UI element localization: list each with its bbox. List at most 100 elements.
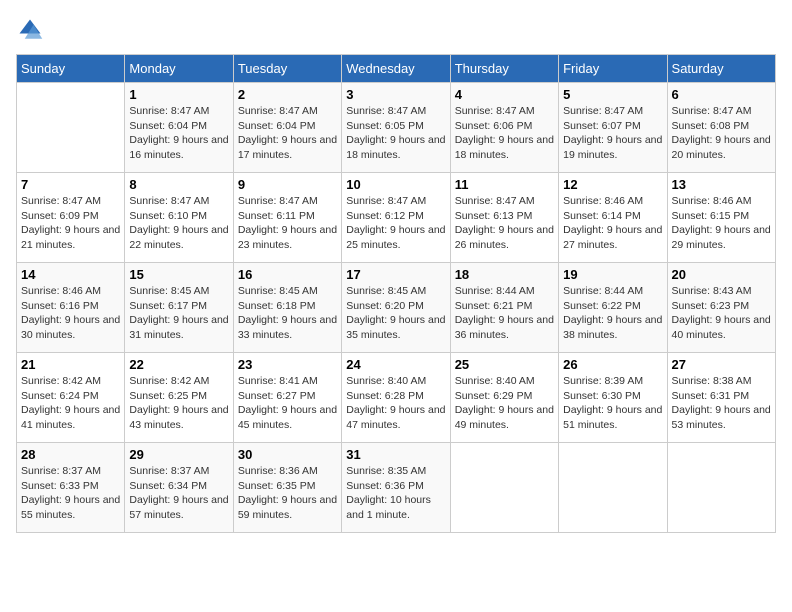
calendar-week-row: 14 Sunrise: 8:46 AM Sunset: 6:16 PM Dayli…: [17, 263, 776, 353]
cell-info: Sunrise: 8:46 AM Sunset: 6:14 PM Dayligh…: [563, 194, 662, 253]
calendar-cell: [450, 443, 558, 533]
calendar-cell: 12 Sunrise: 8:46 AM Sunset: 6:14 PM Dayli…: [559, 173, 667, 263]
cell-info: Sunrise: 8:45 AM Sunset: 6:20 PM Dayligh…: [346, 284, 445, 343]
day-number: 17: [346, 267, 445, 282]
cell-info: Sunrise: 8:47 AM Sunset: 6:04 PM Dayligh…: [129, 104, 228, 163]
calendar-cell: 28 Sunrise: 8:37 AM Sunset: 6:33 PM Dayli…: [17, 443, 125, 533]
cell-info: Sunrise: 8:43 AM Sunset: 6:23 PM Dayligh…: [672, 284, 771, 343]
day-number: 1: [129, 87, 228, 102]
calendar-week-row: 21 Sunrise: 8:42 AM Sunset: 6:24 PM Dayli…: [17, 353, 776, 443]
calendar-cell: 27 Sunrise: 8:38 AM Sunset: 6:31 PM Dayli…: [667, 353, 775, 443]
day-number: 11: [455, 177, 554, 192]
day-number: 25: [455, 357, 554, 372]
cell-info: Sunrise: 8:37 AM Sunset: 6:34 PM Dayligh…: [129, 464, 228, 523]
cell-info: Sunrise: 8:45 AM Sunset: 6:18 PM Dayligh…: [238, 284, 337, 343]
day-number: 20: [672, 267, 771, 282]
header-tuesday: Tuesday: [233, 55, 341, 83]
day-number: 4: [455, 87, 554, 102]
header-friday: Friday: [559, 55, 667, 83]
calendar-cell: 20 Sunrise: 8:43 AM Sunset: 6:23 PM Dayli…: [667, 263, 775, 353]
calendar-table: SundayMondayTuesdayWednesdayThursdayFrid…: [16, 54, 776, 533]
cell-info: Sunrise: 8:47 AM Sunset: 6:13 PM Dayligh…: [455, 194, 554, 253]
cell-info: Sunrise: 8:35 AM Sunset: 6:36 PM Dayligh…: [346, 464, 445, 523]
header-sunday: Sunday: [17, 55, 125, 83]
calendar-week-row: 1 Sunrise: 8:47 AM Sunset: 6:04 PM Daylig…: [17, 83, 776, 173]
header-monday: Monday: [125, 55, 233, 83]
day-number: 26: [563, 357, 662, 372]
calendar-cell: 13 Sunrise: 8:46 AM Sunset: 6:15 PM Dayli…: [667, 173, 775, 263]
day-number: 12: [563, 177, 662, 192]
calendar-cell: 2Sunrise: 8:47 AM Sunset: 6:04 PM Daylig…: [233, 83, 341, 173]
day-number: 21: [21, 357, 120, 372]
cell-info: Sunrise: 8:47 AM Sunset: 6:10 PM Dayligh…: [129, 194, 228, 253]
calendar-header-row: SundayMondayTuesdayWednesdayThursdayFrid…: [17, 55, 776, 83]
cell-info: Sunrise: 8:47 AM Sunset: 6:05 PM Dayligh…: [346, 104, 445, 163]
day-number: 13: [672, 177, 771, 192]
calendar-cell: [559, 443, 667, 533]
day-number: 7: [21, 177, 120, 192]
cell-info: Sunrise: 8:38 AM Sunset: 6:31 PM Dayligh…: [672, 374, 771, 433]
calendar-cell: 17 Sunrise: 8:45 AM Sunset: 6:20 PM Dayli…: [342, 263, 450, 353]
header-saturday: Saturday: [667, 55, 775, 83]
calendar-cell: 30 Sunrise: 8:36 AM Sunset: 6:35 PM Dayli…: [233, 443, 341, 533]
cell-info: Sunrise: 8:40 AM Sunset: 6:28 PM Dayligh…: [346, 374, 445, 433]
day-number: 27: [672, 357, 771, 372]
header-wednesday: Wednesday: [342, 55, 450, 83]
cell-info: Sunrise: 8:44 AM Sunset: 6:21 PM Dayligh…: [455, 284, 554, 343]
calendar-cell: 26 Sunrise: 8:39 AM Sunset: 6:30 PM Dayli…: [559, 353, 667, 443]
calendar-cell: 23 Sunrise: 8:41 AM Sunset: 6:27 PM Dayli…: [233, 353, 341, 443]
cell-info: Sunrise: 8:46 AM Sunset: 6:15 PM Dayligh…: [672, 194, 771, 253]
day-number: 15: [129, 267, 228, 282]
calendar-cell: 6 Sunrise: 8:47 AM Sunset: 6:08 PM Daylig…: [667, 83, 775, 173]
day-number: 2: [238, 87, 337, 102]
calendar-cell: 11 Sunrise: 8:47 AM Sunset: 6:13 PM Dayli…: [450, 173, 558, 263]
calendar-cell: 24Sunrise: 8:40 AM Sunset: 6:28 PM Dayli…: [342, 353, 450, 443]
calendar-cell: 7Sunrise: 8:47 AM Sunset: 6:09 PM Daylig…: [17, 173, 125, 263]
day-number: 5: [563, 87, 662, 102]
calendar-cell: 19Sunrise: 8:44 AM Sunset: 6:22 PM Dayli…: [559, 263, 667, 353]
calendar-cell: 9Sunrise: 8:47 AM Sunset: 6:11 PM Daylig…: [233, 173, 341, 263]
calendar-cell: 10Sunrise: 8:47 AM Sunset: 6:12 PM Dayli…: [342, 173, 450, 263]
calendar-cell: 8 Sunrise: 8:47 AM Sunset: 6:10 PM Daylig…: [125, 173, 233, 263]
day-number: 14: [21, 267, 120, 282]
logo: [16, 16, 48, 44]
calendar-cell: 14 Sunrise: 8:46 AM Sunset: 6:16 PM Dayli…: [17, 263, 125, 353]
day-number: 30: [238, 447, 337, 462]
cell-info: Sunrise: 8:44 AM Sunset: 6:22 PM Dayligh…: [563, 284, 662, 343]
cell-info: Sunrise: 8:45 AM Sunset: 6:17 PM Dayligh…: [129, 284, 228, 343]
cell-info: Sunrise: 8:47 AM Sunset: 6:07 PM Dayligh…: [563, 104, 662, 163]
day-number: 29: [129, 447, 228, 462]
day-number: 6: [672, 87, 771, 102]
calendar-cell: 4Sunrise: 8:47 AM Sunset: 6:06 PM Daylig…: [450, 83, 558, 173]
day-number: 3: [346, 87, 445, 102]
day-number: 8: [129, 177, 228, 192]
cell-info: Sunrise: 8:42 AM Sunset: 6:24 PM Dayligh…: [21, 374, 120, 433]
day-number: 18: [455, 267, 554, 282]
day-number: 16: [238, 267, 337, 282]
calendar-cell: 25Sunrise: 8:40 AM Sunset: 6:29 PM Dayli…: [450, 353, 558, 443]
calendar-cell: [17, 83, 125, 173]
cell-info: Sunrise: 8:36 AM Sunset: 6:35 PM Dayligh…: [238, 464, 337, 523]
cell-info: Sunrise: 8:47 AM Sunset: 6:08 PM Dayligh…: [672, 104, 771, 163]
calendar-cell: 5 Sunrise: 8:47 AM Sunset: 6:07 PM Daylig…: [559, 83, 667, 173]
day-number: 23: [238, 357, 337, 372]
cell-info: Sunrise: 8:39 AM Sunset: 6:30 PM Dayligh…: [563, 374, 662, 433]
cell-info: Sunrise: 8:41 AM Sunset: 6:27 PM Dayligh…: [238, 374, 337, 433]
calendar-cell: 31Sunrise: 8:35 AM Sunset: 6:36 PM Dayli…: [342, 443, 450, 533]
calendar-cell: 1 Sunrise: 8:47 AM Sunset: 6:04 PM Daylig…: [125, 83, 233, 173]
day-number: 22: [129, 357, 228, 372]
cell-info: Sunrise: 8:37 AM Sunset: 6:33 PM Dayligh…: [21, 464, 120, 523]
calendar-cell: 21 Sunrise: 8:42 AM Sunset: 6:24 PM Dayli…: [17, 353, 125, 443]
calendar-cell: 3 Sunrise: 8:47 AM Sunset: 6:05 PM Daylig…: [342, 83, 450, 173]
logo-icon: [16, 16, 44, 44]
day-number: 9: [238, 177, 337, 192]
day-number: 28: [21, 447, 120, 462]
calendar-cell: 22Sunrise: 8:42 AM Sunset: 6:25 PM Dayli…: [125, 353, 233, 443]
cell-info: Sunrise: 8:47 AM Sunset: 6:12 PM Dayligh…: [346, 194, 445, 253]
calendar-cell: 15 Sunrise: 8:45 AM Sunset: 6:17 PM Dayli…: [125, 263, 233, 353]
calendar-cell: 16 Sunrise: 8:45 AM Sunset: 6:18 PM Dayli…: [233, 263, 341, 353]
page-header: [16, 16, 776, 44]
calendar-cell: 29 Sunrise: 8:37 AM Sunset: 6:34 PM Dayli…: [125, 443, 233, 533]
cell-info: Sunrise: 8:46 AM Sunset: 6:16 PM Dayligh…: [21, 284, 120, 343]
calendar-week-row: 28 Sunrise: 8:37 AM Sunset: 6:33 PM Dayli…: [17, 443, 776, 533]
